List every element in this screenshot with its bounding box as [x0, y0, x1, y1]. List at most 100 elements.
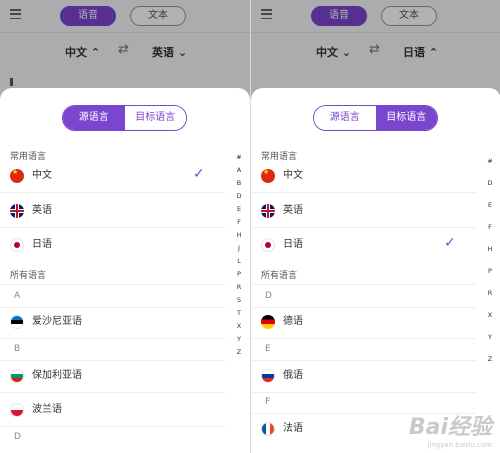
- divider: [0, 360, 225, 361]
- group-letter-d: D: [14, 432, 21, 442]
- toggle-source-language[interactable]: 源语言: [314, 106, 376, 130]
- language-item-russian[interactable]: 俄语: [251, 362, 476, 390]
- index-letter[interactable]: F: [485, 221, 495, 243]
- bulgaria-flag-icon: [10, 369, 24, 383]
- group-letter-e: E: [265, 344, 271, 354]
- divider: [251, 360, 476, 361]
- russia-flag-icon: [261, 369, 275, 383]
- toggle-target-language[interactable]: 目标语言: [375, 106, 437, 130]
- index-letter[interactable]: #: [234, 151, 244, 164]
- language-item-estonian[interactable]: 爱沙尼亚语: [0, 308, 225, 336]
- divider: [251, 338, 476, 339]
- checkmark-icon: ✓: [193, 166, 205, 182]
- index-letter[interactable]: #: [485, 155, 495, 177]
- divider: [0, 192, 225, 193]
- divider: [0, 227, 225, 228]
- divider: [0, 338, 225, 339]
- alphabet-index[interactable]: # A B D E F H J L P R S T X Y Z: [234, 151, 244, 359]
- index-letter[interactable]: Z: [485, 353, 495, 375]
- language-name: 中文: [283, 170, 303, 181]
- language-name: 俄语: [283, 370, 303, 381]
- index-letter[interactable]: E: [485, 199, 495, 221]
- language-name: 波兰语: [32, 404, 62, 415]
- index-letter[interactable]: L: [234, 255, 244, 268]
- language-name: 德语: [283, 316, 303, 327]
- language-type-toggle: 源语言 目标语言: [62, 105, 187, 131]
- alphabet-index[interactable]: # D E F H P R X Y Z: [485, 155, 495, 375]
- index-letter[interactable]: Y: [485, 331, 495, 353]
- language-picker-sheet: 源语言 目标语言 常用语言 中文 英语 日语 ✓ 所有语言 D 德语 E: [251, 88, 500, 453]
- watermark-brand: Bai经验: [408, 415, 492, 440]
- watermark-url: jingyan.baidu.com: [427, 441, 492, 449]
- checkmark-icon: ✓: [444, 235, 456, 251]
- divider: [0, 284, 225, 285]
- language-name: 日语: [283, 239, 303, 250]
- index-letter[interactable]: S: [234, 294, 244, 307]
- index-letter[interactable]: P: [485, 265, 495, 287]
- index-letter[interactable]: T: [234, 307, 244, 320]
- group-letter-b: B: [14, 344, 21, 354]
- divider: [251, 284, 476, 285]
- language-item-german[interactable]: 德语: [251, 308, 476, 336]
- language-name: 英语: [283, 205, 303, 216]
- china-flag-icon: [10, 169, 24, 183]
- china-flag-icon: [261, 169, 275, 183]
- index-letter[interactable]: D: [234, 190, 244, 203]
- uk-flag-icon: [10, 204, 24, 218]
- language-item-english[interactable]: 英语: [251, 197, 476, 225]
- poland-flag-icon: [10, 403, 24, 417]
- index-letter[interactable]: Y: [234, 333, 244, 346]
- right-screenshot-panel: 语音 文本 中文 ⌄ ⇄ 日语 ⌃ 源语言 目标语言 常用语言 中文 英语: [250, 0, 500, 453]
- common-languages-heading: 常用语言: [10, 152, 47, 162]
- toggle-target-language[interactable]: 目标语言: [124, 106, 186, 130]
- uk-flag-icon: [261, 204, 275, 218]
- language-type-toggle: 源语言 目标语言: [313, 105, 438, 131]
- france-flag-icon: [261, 422, 275, 436]
- group-letter-a: A: [14, 291, 21, 301]
- group-letter-d: D: [265, 291, 272, 301]
- toggle-source-language[interactable]: 源语言: [63, 106, 125, 130]
- language-name: 保加利亚语: [32, 370, 82, 381]
- language-name: 中文: [32, 170, 52, 181]
- all-languages-heading: 所有语言: [261, 271, 298, 281]
- index-letter[interactable]: H: [485, 243, 495, 265]
- divider: [0, 392, 225, 393]
- divider: [251, 192, 476, 193]
- language-name: 日语: [32, 239, 52, 250]
- index-letter[interactable]: R: [485, 287, 495, 309]
- divider: [0, 426, 225, 427]
- estonia-flag-icon: [10, 315, 24, 329]
- index-letter[interactable]: X: [485, 309, 495, 331]
- index-letter[interactable]: H: [234, 229, 244, 242]
- index-letter[interactable]: J: [234, 242, 244, 255]
- index-letter[interactable]: E: [234, 203, 244, 216]
- language-item-bulgarian[interactable]: 保加利亚语: [0, 362, 225, 390]
- language-item-chinese[interactable]: 中文: [251, 162, 476, 190]
- language-item-polish[interactable]: 波兰语: [0, 396, 225, 424]
- language-name: 爱沙尼亚语: [32, 316, 82, 327]
- index-letter[interactable]: X: [234, 320, 244, 333]
- index-letter[interactable]: D: [485, 177, 495, 199]
- watermark: Bai经验 jingyan.baidu.com: [409, 409, 492, 449]
- index-letter[interactable]: A: [234, 164, 244, 177]
- left-screenshot-panel: 语音 文本 中文 ⌃ ⇄ 英语 ⌄ 源语言 目标语言 常用语言 中文 ✓ 英语: [0, 0, 250, 453]
- group-letter-f: F: [265, 397, 271, 407]
- index-letter[interactable]: Z: [234, 346, 244, 359]
- common-languages-heading: 常用语言: [261, 152, 298, 162]
- language-item-english[interactable]: 英语: [0, 197, 225, 225]
- index-letter[interactable]: F: [234, 216, 244, 229]
- language-picker-sheet: 源语言 目标语言 常用语言 中文 ✓ 英语 日语 所有语言 A 爱沙尼亚语 B: [0, 88, 250, 453]
- divider: [251, 392, 476, 393]
- japan-flag-icon: [261, 238, 275, 252]
- language-name: 法语: [283, 423, 303, 434]
- language-item-japanese[interactable]: 日语 ✓: [251, 231, 476, 259]
- index-letter[interactable]: P: [234, 268, 244, 281]
- language-name: 英语: [32, 205, 52, 216]
- japan-flag-icon: [10, 238, 24, 252]
- index-letter[interactable]: R: [234, 281, 244, 294]
- language-item-japanese[interactable]: 日语: [0, 231, 225, 259]
- germany-flag-icon: [261, 315, 275, 329]
- language-item-chinese[interactable]: 中文 ✓: [0, 162, 225, 190]
- divider: [251, 227, 476, 228]
- index-letter[interactable]: B: [234, 177, 244, 190]
